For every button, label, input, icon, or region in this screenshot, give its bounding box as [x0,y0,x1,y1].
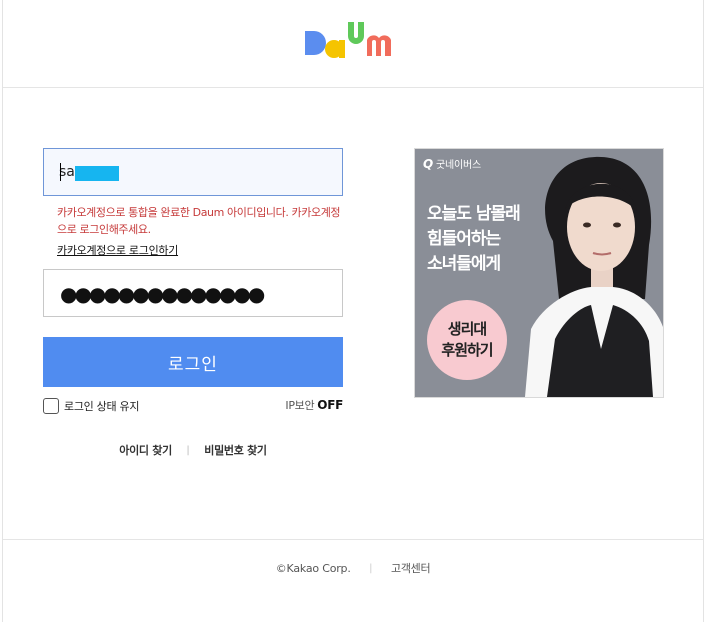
footer: ©Kakao Corp. | 고객센터 [3,539,703,623]
password-field[interactable]: ●●●●●●●●●●●●●● [43,269,343,317]
ad-brand-name: 굿네이버스 [436,160,482,171]
text-cursor [60,163,61,181]
find-password-link[interactable]: 비밀번호 찾기 [204,442,267,458]
find-id-link[interactable]: 아이디 찾기 [119,442,172,458]
login-button[interactable]: 로그인 [43,337,343,387]
ip-security-value: OFF [317,398,343,412]
error-message: 카카오계정으로 통합을 완료한 Daum 아이디입니다. 카카오계정으로 로그인… [57,206,341,236]
daum-logo[interactable] [303,20,407,68]
ad-headline: 오늘도 남몰래 힘들어하는 소녀들에게 [427,204,521,274]
ad-banner[interactable]: Q 굿네이버스 오늘도 남몰래 힘들어하는 소녀들에게 생리대 후원하기 [414,148,664,398]
ad-brand: Q 굿네이버스 [423,156,481,171]
page-frame: 카카오계정으로 통합을 완료한 Daum 아이디입니다. 카카오계정으로 로그인… [2,0,704,622]
goodneighbors-logo-icon: Q [423,157,434,171]
id-field[interactable] [43,148,343,196]
copyright: ©Kakao Corp. [275,561,351,575]
find-links-divider: | [186,444,190,456]
footer-row: ©Kakao Corp. | 고객센터 [3,560,703,576]
ad-cta-button[interactable]: 생리대 후원하기 [427,300,507,380]
ad-girl-illustration [525,156,663,397]
kakao-login-link[interactable]: 카카오계정으로 로그인하기 [57,244,178,258]
keep-login-row: 로그인 상태 유지 IP보안 OFF [43,397,343,415]
header [3,0,703,88]
help-center-link[interactable]: 고객센터 [391,560,431,576]
password-mask: ●●●●●●●●●●●●●● [60,282,265,306]
keep-login-checkbox[interactable] [43,398,59,414]
find-links: 아이디 찾기 | 비밀번호 찾기 [43,442,343,458]
ip-security-toggle[interactable]: IP보안 OFF [285,397,343,413]
ip-security-label: IP보안 [285,399,315,412]
keep-login-label[interactable]: 로그인 상태 유지 [64,398,139,414]
redacted-id-overlay [75,166,119,181]
footer-divider: | [369,562,373,574]
